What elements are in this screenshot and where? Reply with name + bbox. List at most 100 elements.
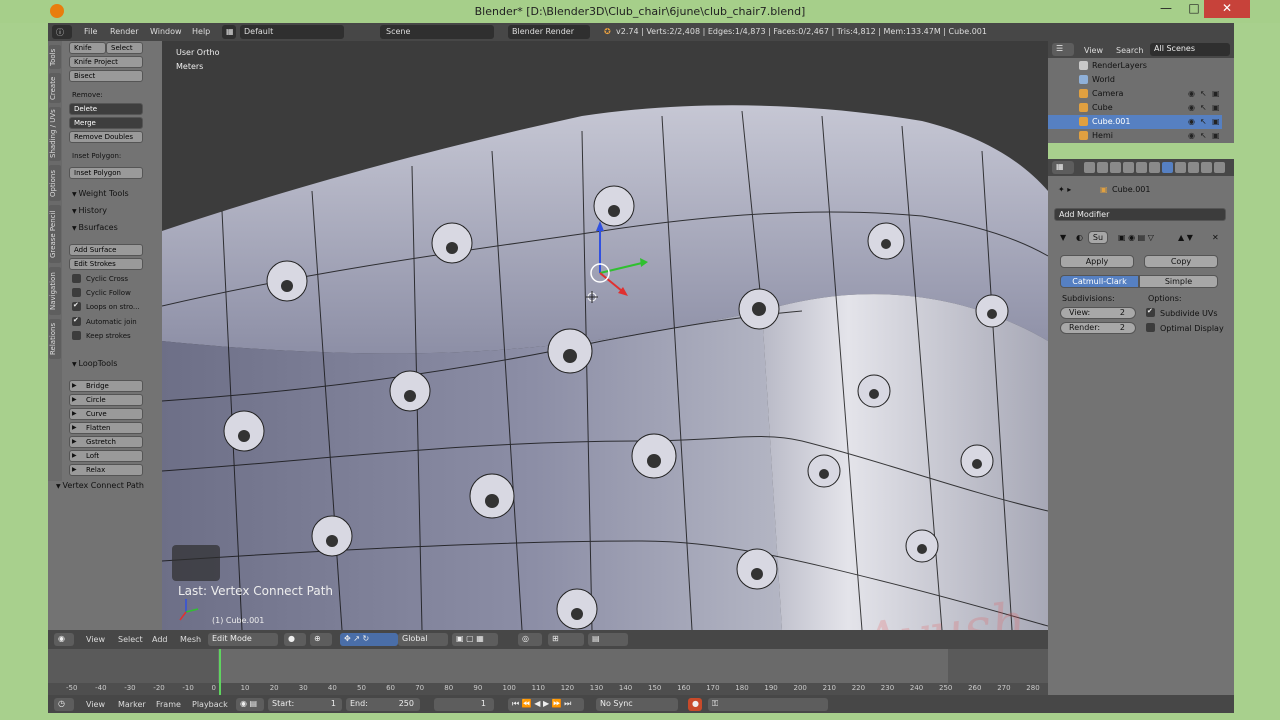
display-mode-select[interactable]: All Scenes [1150, 43, 1230, 56]
menu-mesh[interactable]: Mesh [180, 635, 201, 644]
copy-button[interactable]: Copy [1144, 255, 1218, 268]
looptools-panel[interactable]: LoopTools [72, 359, 118, 368]
pivot-point-icon[interactable]: ⊕ [310, 633, 332, 646]
loops-on-strokes-checkbox[interactable] [72, 301, 81, 311]
render-tab-icon[interactable] [1084, 162, 1095, 173]
cyclic-follow-checkbox[interactable] [72, 288, 81, 297]
menu-search[interactable]: Search [1116, 46, 1143, 55]
playback-controls[interactable]: ⏮ ⏪ ◀ ▶ ⏩ ⏭ [508, 698, 584, 711]
keep-strokes-checkbox[interactable] [72, 331, 81, 340]
render-engine-select[interactable]: Blender Render [508, 25, 590, 39]
menu-marker[interactable]: Marker [118, 700, 146, 709]
outliner-row-camera[interactable]: Camera ◉ ↖ ▣ [1048, 87, 1222, 101]
menu-select[interactable]: Select [118, 635, 143, 644]
pin-icon[interactable]: ✦ ▸ [1058, 185, 1071, 194]
last-operator-label[interactable]: Last: Vertex Connect Path [178, 584, 333, 598]
modifier-name-field[interactable]: Su [1088, 231, 1108, 244]
menu-file[interactable]: File [84, 27, 97, 36]
start-frame-field[interactable]: Start: 1 [268, 698, 342, 711]
outliner-row-renderlayers[interactable]: RenderLayers [1048, 59, 1222, 73]
select-button[interactable]: Select [106, 42, 143, 54]
tab-navigation[interactable]: Navigation [49, 267, 61, 315]
keying-set-field[interactable]: ⚿ [708, 698, 828, 711]
mesh-render[interactable] [162, 41, 1048, 630]
constraints-tab-icon[interactable] [1149, 162, 1160, 173]
bsurfaces-panel[interactable]: Bsurfaces [72, 223, 118, 232]
add-modifier-menu[interactable]: Add Modifier [1054, 208, 1226, 221]
expand-arrow-icon[interactable]: ▶ [72, 396, 81, 403]
orientation-select[interactable]: Global [398, 633, 448, 646]
cursor-icon[interactable]: ↖ [1200, 131, 1207, 140]
close-button[interactable]: ✕ [1204, 0, 1250, 18]
cursor-icon[interactable]: ↖ [1200, 103, 1207, 112]
render-icon[interactable]: ▣ [1212, 131, 1220, 140]
data-tab-icon[interactable] [1175, 162, 1186, 173]
current-frame-field[interactable]: 1 [434, 698, 494, 711]
frame-ruler[interactable] [48, 683, 1048, 695]
menu-view[interactable]: View [86, 635, 105, 644]
menu-frame[interactable]: Frame [156, 700, 181, 709]
editor-type-icon[interactable]: ▦ [1052, 161, 1074, 174]
outliner-row-cube-001[interactable]: Cube.001 ◉ ↖ ▣ [1048, 115, 1222, 129]
cyclic-cross-checkbox[interactable] [72, 274, 81, 283]
merge-menu[interactable]: Merge [69, 117, 143, 129]
subdivide-uvs-checkbox[interactable] [1146, 307, 1155, 317]
history-panel[interactable]: History [72, 206, 107, 215]
expand-arrow-icon[interactable]: ▶ [72, 438, 81, 445]
remove-doubles-button[interactable]: Remove Doubles [69, 131, 143, 143]
menu-render[interactable]: Render [110, 27, 138, 36]
menu-help[interactable]: Help [192, 27, 210, 36]
collapse-arrow-icon[interactable]: ▼ [1060, 233, 1066, 242]
tab-options[interactable]: Options [49, 165, 61, 201]
knife-button[interactable]: Knife [69, 42, 106, 54]
texture-tab-icon[interactable] [1201, 162, 1212, 173]
record-icon[interactable]: ● [688, 698, 702, 711]
render-levels-field[interactable]: Render: 2 [1060, 322, 1136, 334]
minimize-button[interactable]: — [1152, 0, 1180, 18]
outliner-row-hemi[interactable]: Hemi ◉ ↖ ▣ [1048, 129, 1222, 143]
render-icon[interactable]: ▣ [1212, 117, 1220, 126]
object-tab-icon[interactable] [1136, 162, 1147, 173]
outliner-row-cube[interactable]: Cube ◉ ↖ ▣ [1048, 101, 1222, 115]
scene-tab-icon[interactable] [1110, 162, 1121, 173]
proportional-edit-icon[interactable]: ◎ [518, 633, 542, 646]
cursor-icon[interactable]: ↖ [1200, 89, 1207, 98]
outliner-row-world[interactable]: World [1048, 73, 1222, 87]
mode-select[interactable]: Edit Mode [208, 633, 278, 646]
tab-shading-uvs[interactable]: Shading / UVs [49, 107, 61, 161]
eye-icon[interactable]: ◉ [1188, 89, 1195, 98]
menu-add[interactable]: Add [152, 635, 168, 644]
expand-arrow-icon[interactable]: ▶ [72, 410, 81, 417]
render-icon[interactable]: ▣ [1212, 89, 1220, 98]
modifier-remove-icon[interactable]: ✕ [1212, 233, 1219, 242]
tab-grease-pencil[interactable]: Grease Pencil [49, 205, 61, 263]
editor-type-icon[interactable]: ☰ [1052, 43, 1074, 56]
automatic-join-checkbox[interactable] [72, 316, 81, 326]
render-layers-tab-icon[interactable] [1097, 162, 1108, 173]
3d-viewport[interactable]: User Ortho Meters Last: Vertex Connect P… [162, 41, 1048, 630]
simple-button[interactable]: Simple [1139, 275, 1218, 288]
modifier-move-icons[interactable]: ▲ ▼ [1178, 233, 1193, 242]
view-levels-field[interactable]: View: 2 [1060, 307, 1136, 319]
menu-window[interactable]: Window [150, 27, 182, 36]
manipulator-icons[interactable]: ✥ ↗ ↻ [340, 633, 398, 646]
current-frame-cursor[interactable] [219, 649, 221, 695]
view-navigation-widget[interactable] [172, 545, 220, 581]
tab-tools[interactable]: Tools [49, 45, 61, 69]
layout-grid-icon[interactable]: ▦ [222, 25, 236, 39]
weight-tools-panel[interactable]: Weight Tools [72, 189, 129, 198]
material-tab-icon[interactable] [1188, 162, 1199, 173]
catmull-clark-button[interactable]: Catmull-Clark [1060, 275, 1139, 288]
editor-type-icon[interactable]: ◉ [54, 633, 74, 646]
optimal-display-checkbox[interactable] [1146, 323, 1155, 332]
knife-project-button[interactable]: Knife Project [69, 56, 143, 68]
inset-polygon-button[interactable]: Inset Polygon [69, 167, 143, 179]
snap-icon[interactable]: ⊞ [548, 633, 584, 646]
expand-arrow-icon[interactable]: ▶ [72, 452, 81, 459]
select-mode-icons[interactable]: ▣ ▢ ▦ [452, 633, 498, 646]
render-icon[interactable]: ▣ [1212, 103, 1220, 112]
eye-icon[interactable]: ◉ [1188, 131, 1195, 140]
timeline[interactable]: -50 -40 -30 -20 -10 0 10 20 30 40 50 60 70 80 90 100 110… [48, 649, 1048, 695]
tab-create[interactable]: Create [49, 73, 61, 103]
layout-select[interactable]: Default [240, 25, 344, 39]
